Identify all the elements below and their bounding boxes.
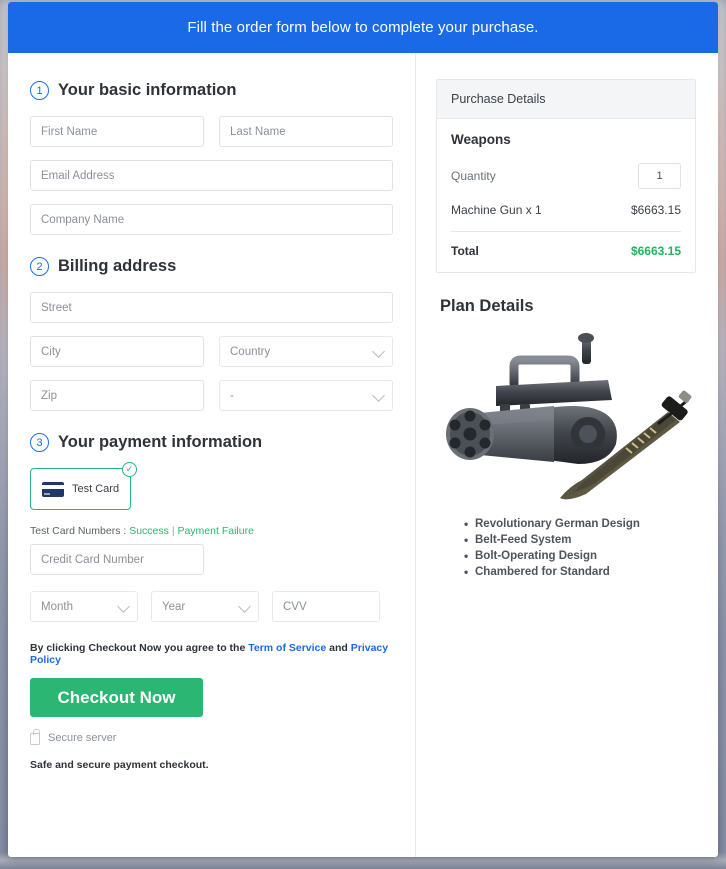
terms-notice: By clicking Checkout Now you agree to th… xyxy=(30,642,393,666)
checkout-now-button[interactable]: Checkout Now xyxy=(30,678,203,717)
step-heading-payment-information: 3 Your payment information xyxy=(30,433,393,452)
total-row: Total $6663.15 xyxy=(451,244,681,258)
test-numbers-prefix: Test Card Numbers : xyxy=(30,525,127,537)
list-item: Chambered for Standard xyxy=(464,565,696,579)
terms-prefix: By clicking Checkout Now you agree to th… xyxy=(30,642,246,654)
expiry-month-select[interactable]: Month xyxy=(30,591,138,622)
credit-card-row xyxy=(30,544,393,575)
check-circle-icon: ✓ xyxy=(122,462,137,477)
summary-separator xyxy=(451,231,681,232)
line-item-row: Machine Gun x 1 $6663.15 xyxy=(451,203,681,217)
test-card-label: Test Card xyxy=(72,483,120,495)
state-select[interactable]: - xyxy=(219,380,393,411)
secure-server-notice: Secure server xyxy=(30,729,393,745)
name-row xyxy=(30,116,393,147)
secure-server-text: Secure server xyxy=(48,731,117,744)
zip-input[interactable] xyxy=(30,380,204,411)
safe-checkout-note: Safe and secure payment checkout. xyxy=(30,759,209,771)
term-of-service-link[interactable]: Term of Service xyxy=(248,642,326,654)
step-number-3: 3 xyxy=(30,433,49,452)
product-group-title: Weapons xyxy=(451,132,511,147)
cvv-field[interactable] xyxy=(272,591,380,622)
payment-failure-test-number-link[interactable]: Payment Failure xyxy=(177,525,253,537)
company-name-input[interactable] xyxy=(30,204,394,235)
email-input[interactable] xyxy=(30,160,394,191)
plan-details-title: Plan Details xyxy=(440,297,534,315)
expiry-year-select[interactable]: Year xyxy=(151,591,259,622)
last-name-input[interactable] xyxy=(219,116,393,147)
list-item: Belt-Feed System xyxy=(464,533,696,547)
list-item: Bolt-Operating Design xyxy=(464,549,696,563)
city-input[interactable] xyxy=(30,336,204,367)
modal-body: 1 Your basic information 2 Billing addre… xyxy=(8,53,718,857)
line-item-name: Machine Gun x 1 xyxy=(451,203,542,217)
list-item: Revolutionary German Design xyxy=(464,517,696,531)
street-row xyxy=(30,292,394,323)
order-form: 1 Your basic information 2 Billing addre… xyxy=(8,53,415,857)
expiry-month-value: Month xyxy=(41,600,73,613)
payment-section: 3 Your payment information Test Card ✓ T… xyxy=(30,433,393,771)
purchase-details-header: Purchase Details xyxy=(437,80,695,119)
country-select-value: Country xyxy=(230,345,271,358)
credit-card-icon xyxy=(42,481,64,497)
link-separator: | xyxy=(171,525,175,537)
quantity-row: Quantity xyxy=(451,163,681,189)
expiry-cvv-row: Month Year xyxy=(30,591,393,622)
summary-panel: Purchase Details Weapons Quantity Machin… xyxy=(416,53,718,857)
header-banner: Fill the order form below to complete yo… xyxy=(8,2,718,53)
lock-icon xyxy=(30,729,40,745)
quantity-input[interactable] xyxy=(638,163,681,189)
step-title-1: Your basic information xyxy=(58,81,237,99)
street-input[interactable] xyxy=(30,292,394,323)
expiry-year-value: Year xyxy=(162,600,186,613)
country-select[interactable]: Country xyxy=(219,336,393,367)
purchase-details-card: Purchase Details Weapons Quantity Machin… xyxy=(436,79,696,273)
step-number-2: 2 xyxy=(30,257,49,276)
credit-card-number-input[interactable] xyxy=(30,544,204,575)
total-value: $6663.15 xyxy=(630,244,681,258)
state-select-value: - xyxy=(230,389,234,402)
step-heading-basic-information: 1 Your basic information xyxy=(30,81,393,100)
step-title-3: Your payment information xyxy=(58,433,263,451)
purchase-details-body: Weapons Quantity Machine Gun x 1 $6663.1… xyxy=(437,119,695,272)
terms-and: and xyxy=(329,642,348,654)
test-card-numbers-hint: Test Card Numbers : Success | Payment Fa… xyxy=(30,525,393,537)
cvv-input[interactable] xyxy=(273,592,379,621)
product-image xyxy=(436,322,696,512)
banner-message: Fill the order form below to complete yo… xyxy=(187,19,539,36)
company-row xyxy=(30,204,394,235)
step-number-1: 1 xyxy=(30,81,49,100)
city-country-row: Country xyxy=(30,336,393,367)
line-item-price: $6663.15 xyxy=(630,203,681,217)
zip-state-row: - xyxy=(30,380,393,411)
quantity-label: Quantity xyxy=(451,169,496,183)
email-row xyxy=(30,160,394,191)
test-card-option[interactable]: Test Card ✓ xyxy=(30,462,137,510)
total-label: Total xyxy=(451,244,479,258)
success-test-number-link[interactable]: Success xyxy=(129,525,169,537)
first-name-input[interactable] xyxy=(30,116,204,147)
step-title-2: Billing address xyxy=(58,257,177,275)
step-heading-billing-address: 2 Billing address xyxy=(30,257,393,276)
checkout-modal: Fill the order form below to complete yo… xyxy=(8,2,718,857)
plan-feature-list: Revolutionary German Design Belt-Feed Sy… xyxy=(436,517,696,579)
